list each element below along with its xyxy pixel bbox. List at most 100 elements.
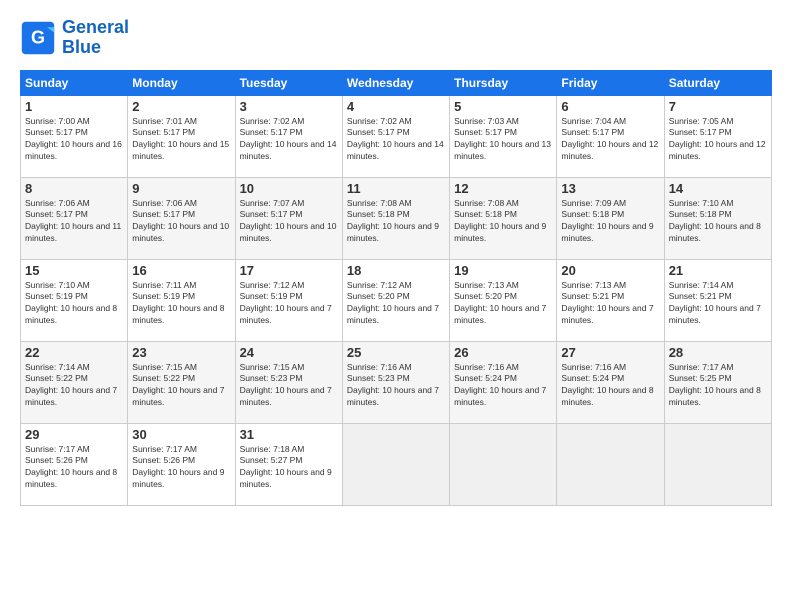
day-info: Sunrise: 7:02 AMSunset: 5:17 PMDaylight:…: [347, 116, 444, 162]
day-info: Sunrise: 7:02 AMSunset: 5:17 PMDaylight:…: [240, 116, 337, 162]
table-cell: 13 Sunrise: 7:09 AMSunset: 5:18 PMDaylig…: [557, 177, 664, 259]
day-number: 9: [132, 181, 230, 196]
day-info: Sunrise: 7:03 AMSunset: 5:17 PMDaylight:…: [454, 116, 551, 162]
day-number: 31: [240, 427, 338, 442]
calendar-row: 8 Sunrise: 7:06 AMSunset: 5:17 PMDayligh…: [21, 177, 772, 259]
col-wednesday: Wednesday: [342, 70, 449, 95]
day-info: Sunrise: 7:16 AMSunset: 5:24 PMDaylight:…: [561, 362, 653, 408]
day-info: Sunrise: 7:06 AMSunset: 5:17 PMDaylight:…: [25, 198, 121, 244]
day-number: 18: [347, 263, 445, 278]
logo-icon: G: [20, 20, 56, 56]
day-info: Sunrise: 7:01 AMSunset: 5:17 PMDaylight:…: [132, 116, 229, 162]
day-info: Sunrise: 7:14 AMSunset: 5:21 PMDaylight:…: [669, 280, 761, 326]
day-info: Sunrise: 7:16 AMSunset: 5:23 PMDaylight:…: [347, 362, 439, 408]
table-cell: 2 Sunrise: 7:01 AMSunset: 5:17 PMDayligh…: [128, 95, 235, 177]
day-info: Sunrise: 7:17 AMSunset: 5:25 PMDaylight:…: [669, 362, 761, 408]
day-number: 12: [454, 181, 552, 196]
table-cell: 29 Sunrise: 7:17 AMSunset: 5:26 PMDaylig…: [21, 423, 128, 505]
day-info: Sunrise: 7:10 AMSunset: 5:18 PMDaylight:…: [669, 198, 761, 244]
day-info: Sunrise: 7:12 AMSunset: 5:20 PMDaylight:…: [347, 280, 439, 326]
day-info: Sunrise: 7:08 AMSunset: 5:18 PMDaylight:…: [347, 198, 439, 244]
calendar-header: G General Blue: [20, 18, 772, 58]
table-cell: 5 Sunrise: 7:03 AMSunset: 5:17 PMDayligh…: [450, 95, 557, 177]
table-cell: 1 Sunrise: 7:00 AMSunset: 5:17 PMDayligh…: [21, 95, 128, 177]
day-number: 26: [454, 345, 552, 360]
day-info: Sunrise: 7:12 AMSunset: 5:19 PMDaylight:…: [240, 280, 332, 326]
day-info: Sunrise: 7:05 AMSunset: 5:17 PMDaylight:…: [669, 116, 766, 162]
day-number: 24: [240, 345, 338, 360]
day-number: 20: [561, 263, 659, 278]
day-number: 1: [25, 99, 123, 114]
day-info: Sunrise: 7:16 AMSunset: 5:24 PMDaylight:…: [454, 362, 546, 408]
table-cell: 27 Sunrise: 7:16 AMSunset: 5:24 PMDaylig…: [557, 341, 664, 423]
day-info: Sunrise: 7:14 AMSunset: 5:22 PMDaylight:…: [25, 362, 117, 408]
table-cell: 20 Sunrise: 7:13 AMSunset: 5:21 PMDaylig…: [557, 259, 664, 341]
day-number: 25: [347, 345, 445, 360]
day-number: 28: [669, 345, 767, 360]
day-number: 16: [132, 263, 230, 278]
col-tuesday: Tuesday: [235, 70, 342, 95]
day-number: 29: [25, 427, 123, 442]
table-cell: 17 Sunrise: 7:12 AMSunset: 5:19 PMDaylig…: [235, 259, 342, 341]
day-info: Sunrise: 7:10 AMSunset: 5:19 PMDaylight:…: [25, 280, 117, 326]
day-number: 21: [669, 263, 767, 278]
day-number: 7: [669, 99, 767, 114]
table-cell: 25 Sunrise: 7:16 AMSunset: 5:23 PMDaylig…: [342, 341, 449, 423]
table-cell: 22 Sunrise: 7:14 AMSunset: 5:22 PMDaylig…: [21, 341, 128, 423]
table-cell: 9 Sunrise: 7:06 AMSunset: 5:17 PMDayligh…: [128, 177, 235, 259]
day-number: 17: [240, 263, 338, 278]
table-cell: 11 Sunrise: 7:08 AMSunset: 5:18 PMDaylig…: [342, 177, 449, 259]
table-cell: 28 Sunrise: 7:17 AMSunset: 5:25 PMDaylig…: [664, 341, 771, 423]
calendar-row: 15 Sunrise: 7:10 AMSunset: 5:19 PMDaylig…: [21, 259, 772, 341]
day-number: 27: [561, 345, 659, 360]
logo-text: General Blue: [62, 18, 129, 58]
table-cell: [664, 423, 771, 505]
calendar-row: 1 Sunrise: 7:00 AMSunset: 5:17 PMDayligh…: [21, 95, 772, 177]
day-info: Sunrise: 7:15 AMSunset: 5:22 PMDaylight:…: [132, 362, 224, 408]
logo: G General Blue: [20, 18, 129, 58]
table-cell: 7 Sunrise: 7:05 AMSunset: 5:17 PMDayligh…: [664, 95, 771, 177]
table-cell: 12 Sunrise: 7:08 AMSunset: 5:18 PMDaylig…: [450, 177, 557, 259]
calendar-row: 29 Sunrise: 7:17 AMSunset: 5:26 PMDaylig…: [21, 423, 772, 505]
day-number: 8: [25, 181, 123, 196]
day-number: 22: [25, 345, 123, 360]
day-number: 19: [454, 263, 552, 278]
day-number: 3: [240, 99, 338, 114]
day-number: 4: [347, 99, 445, 114]
table-cell: 16 Sunrise: 7:11 AMSunset: 5:19 PMDaylig…: [128, 259, 235, 341]
table-cell: 15 Sunrise: 7:10 AMSunset: 5:19 PMDaylig…: [21, 259, 128, 341]
day-info: Sunrise: 7:11 AMSunset: 5:19 PMDaylight:…: [132, 280, 224, 326]
table-cell: 10 Sunrise: 7:07 AMSunset: 5:17 PMDaylig…: [235, 177, 342, 259]
col-thursday: Thursday: [450, 70, 557, 95]
calendar-table: Sunday Monday Tuesday Wednesday Thursday…: [20, 70, 772, 506]
day-number: 13: [561, 181, 659, 196]
day-number: 10: [240, 181, 338, 196]
table-cell: 31 Sunrise: 7:18 AMSunset: 5:27 PMDaylig…: [235, 423, 342, 505]
table-cell: 4 Sunrise: 7:02 AMSunset: 5:17 PMDayligh…: [342, 95, 449, 177]
table-cell: 30 Sunrise: 7:17 AMSunset: 5:26 PMDaylig…: [128, 423, 235, 505]
day-info: Sunrise: 7:17 AMSunset: 5:26 PMDaylight:…: [132, 444, 224, 490]
calendar-header-row: Sunday Monday Tuesday Wednesday Thursday…: [21, 70, 772, 95]
col-saturday: Saturday: [664, 70, 771, 95]
table-cell: [557, 423, 664, 505]
day-info: Sunrise: 7:08 AMSunset: 5:18 PMDaylight:…: [454, 198, 546, 244]
day-info: Sunrise: 7:15 AMSunset: 5:23 PMDaylight:…: [240, 362, 332, 408]
table-cell: 26 Sunrise: 7:16 AMSunset: 5:24 PMDaylig…: [450, 341, 557, 423]
table-cell: [450, 423, 557, 505]
day-info: Sunrise: 7:09 AMSunset: 5:18 PMDaylight:…: [561, 198, 653, 244]
table-cell: 3 Sunrise: 7:02 AMSunset: 5:17 PMDayligh…: [235, 95, 342, 177]
day-number: 30: [132, 427, 230, 442]
table-cell: 24 Sunrise: 7:15 AMSunset: 5:23 PMDaylig…: [235, 341, 342, 423]
day-info: Sunrise: 7:04 AMSunset: 5:17 PMDaylight:…: [561, 116, 658, 162]
day-number: 5: [454, 99, 552, 114]
svg-text:G: G: [31, 27, 45, 47]
col-monday: Monday: [128, 70, 235, 95]
day-number: 23: [132, 345, 230, 360]
day-info: Sunrise: 7:13 AMSunset: 5:21 PMDaylight:…: [561, 280, 653, 326]
table-cell: 8 Sunrise: 7:06 AMSunset: 5:17 PMDayligh…: [21, 177, 128, 259]
calendar-row: 22 Sunrise: 7:14 AMSunset: 5:22 PMDaylig…: [21, 341, 772, 423]
day-number: 14: [669, 181, 767, 196]
day-info: Sunrise: 7:06 AMSunset: 5:17 PMDaylight:…: [132, 198, 229, 244]
table-cell: 18 Sunrise: 7:12 AMSunset: 5:20 PMDaylig…: [342, 259, 449, 341]
table-cell: 23 Sunrise: 7:15 AMSunset: 5:22 PMDaylig…: [128, 341, 235, 423]
